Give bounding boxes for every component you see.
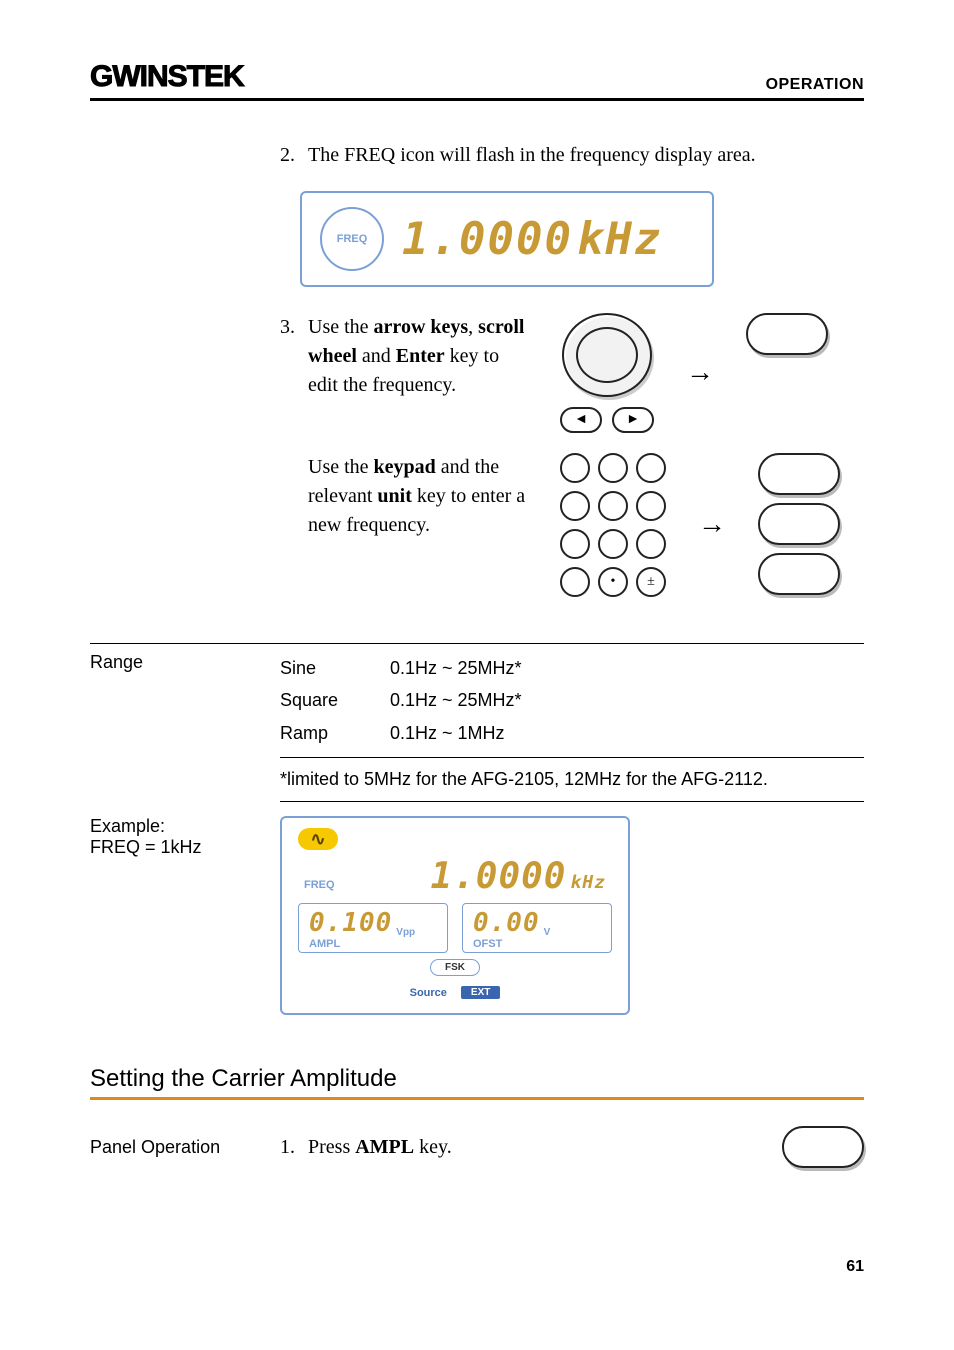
unit-key-icon xyxy=(758,453,840,495)
freq-unit: kHz xyxy=(577,214,662,265)
ampl-key-icon xyxy=(782,1126,864,1168)
carrier-step-1-number: 1. xyxy=(280,1133,308,1161)
screen-ampl-unit: Vpp xyxy=(396,927,415,938)
screen-ofst-label: OFST xyxy=(473,938,601,950)
freq-value: 1.0000 xyxy=(402,214,573,265)
range-label: Range xyxy=(90,652,280,749)
sine-wave-icon: ∿ xyxy=(298,828,338,850)
step-2-number: 2. xyxy=(280,141,308,169)
enter-key-icon xyxy=(746,313,828,355)
screen-ampl-label: AMPL xyxy=(309,938,437,950)
scroll-wheel-icon xyxy=(562,313,652,397)
unit-key-icon xyxy=(758,553,840,595)
screen-mode-badge: FSK xyxy=(430,959,480,976)
keypad-figure: •± xyxy=(560,453,666,597)
step-2-text: The FREQ icon will flash in the frequenc… xyxy=(308,141,864,169)
section-heading-carrier-amplitude: Setting the Carrier Amplitude xyxy=(90,1065,864,1093)
range-row-sine: Sine 0.1Hz ~ 25MHz* xyxy=(280,652,864,684)
example-screen: ∿ FREQ 1.0000 kHz 0.100 Vpp AMPL xyxy=(280,816,630,1015)
screen-source-label: Source xyxy=(410,987,447,999)
example-label-b: FREQ = 1kHz xyxy=(90,837,280,858)
step-3b-text: Use the keypad and the relevant unit key… xyxy=(308,453,528,540)
arrow-left-icon: ◄ xyxy=(560,407,602,433)
screen-freq-unit: kHz xyxy=(570,872,606,893)
scroll-wheel-figure: ◄ ► xyxy=(560,313,654,433)
unit-key-icon xyxy=(758,503,840,545)
screen-source-value: EXT xyxy=(461,986,500,999)
freq-display-figure: FREQ 1.0000 kHz xyxy=(300,191,714,287)
step-3a-text: Use the arrow keys, scroll wheel and Ent… xyxy=(308,313,528,400)
brand-logo: GWINSTEK xyxy=(90,60,244,94)
freq-icon-callout: FREQ xyxy=(320,207,384,271)
screen-freq-label: FREQ xyxy=(304,879,335,891)
range-row-ramp: Ramp 0.1Hz ~ 1MHz xyxy=(280,717,864,749)
step-3-number: 3. xyxy=(280,313,308,617)
arrow-right-glyph: → xyxy=(698,505,726,544)
arrow-right-icon: ► xyxy=(612,407,654,433)
screen-freq-value: 1.0000 xyxy=(430,856,566,897)
range-row-square: Square 0.1Hz ~ 25MHz* xyxy=(280,684,864,716)
arrow-right-glyph: → xyxy=(686,353,714,392)
section-rule xyxy=(90,1097,864,1100)
screen-ofst-unit: V xyxy=(544,927,551,938)
range-footnote: *limited to 5MHz for the AFG-2105, 12MHz… xyxy=(280,757,864,802)
example-label-a: Example: xyxy=(90,816,280,837)
carrier-step-1-text: Press AMPL key. xyxy=(308,1133,452,1161)
section-label: OPERATION xyxy=(766,76,864,94)
page-number: 61 xyxy=(90,1258,864,1276)
screen-ampl-value: 0.100 xyxy=(309,908,392,938)
screen-ofst-value: 0.00 xyxy=(473,908,540,938)
panel-operation-label: Panel Operation xyxy=(90,1137,280,1158)
